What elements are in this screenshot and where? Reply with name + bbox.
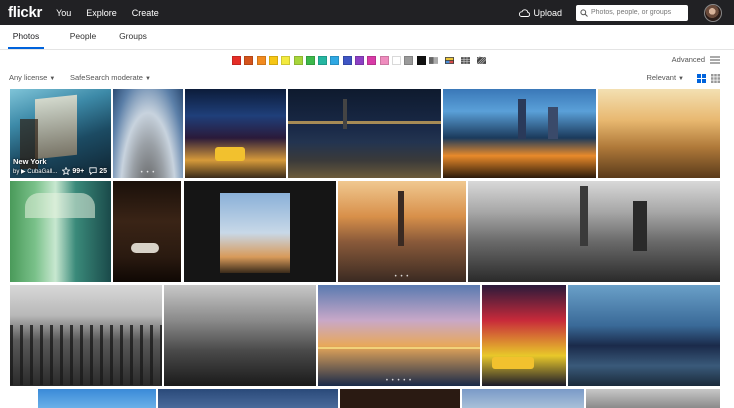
photo-tile[interactable]: [462, 389, 584, 408]
user-avatar[interactable]: [704, 3, 722, 22]
grid-view-icon[interactable]: [697, 74, 706, 83]
photo-tile[interactable]: [38, 389, 156, 408]
photo-tile[interactable]: [10, 181, 111, 282]
photo-tile[interactable]: [288, 89, 441, 178]
photo-tile[interactable]: [598, 89, 720, 178]
tab-people[interactable]: People: [68, 24, 98, 49]
flickr-logo[interactable]: flickr: [8, 4, 42, 21]
sort-dropdown[interactable]: Relevant ▼: [646, 73, 684, 82]
photo-tile[interactable]: [586, 389, 720, 408]
color-swatch[interactable]: [391, 56, 401, 65]
color-swatch[interactable]: [293, 56, 303, 65]
photo-tile[interactable]: [185, 89, 286, 178]
shallow-dof-filter-icon[interactable]: [445, 56, 454, 65]
photo-tile[interactable]: [164, 285, 316, 386]
fave-count: 99+: [72, 167, 85, 175]
search-input[interactable]: [591, 9, 687, 16]
sort-label: Relevant: [646, 73, 677, 82]
photo-tile[interactable]: • • •: [113, 89, 183, 178]
photo-tile[interactable]: • • • • •: [318, 285, 480, 386]
nav-explore[interactable]: Explore: [86, 8, 117, 18]
nav-you[interactable]: You: [56, 8, 71, 18]
color-swatch[interactable]: [355, 56, 364, 65]
carousel-dots: • • •: [394, 274, 410, 280]
photo-tile[interactable]: [184, 181, 336, 282]
upload-label: Upload: [533, 7, 562, 18]
carousel-dots: • • • • •: [385, 378, 413, 384]
photo-tile[interactable]: [10, 285, 162, 386]
photo-stats: 99+ 25: [62, 167, 107, 175]
upload-cloud-icon: [519, 8, 531, 17]
safesearch-dropdown[interactable]: SafeSearch moderate ▼: [70, 73, 151, 82]
photo-tile[interactable]: [468, 181, 720, 282]
advanced-toggle[interactable]: Advanced: [672, 55, 720, 64]
photo-tile[interactable]: • • •: [338, 181, 466, 282]
caret-down-icon: ▼: [49, 76, 56, 82]
color-swatch[interactable]: [318, 56, 328, 65]
top-navbar: flickr You Explore Create Upload: [0, 0, 734, 25]
bw-filter-icon[interactable]: [429, 56, 438, 65]
color-swatch[interactable]: [342, 56, 352, 65]
search-box[interactable]: [576, 4, 688, 21]
color-swatch[interactable]: [256, 56, 266, 65]
star-icon[interactable]: [62, 167, 71, 175]
pattern-filter-icon[interactable]: [477, 56, 486, 65]
photo-tile[interactable]: [443, 89, 596, 178]
advanced-label: Advanced: [671, 55, 705, 64]
photo-tile[interactable]: [158, 389, 338, 408]
license-dropdown[interactable]: Any license ▼: [9, 73, 55, 82]
color-swatch[interactable]: [379, 56, 389, 65]
color-swatch[interactable]: [330, 56, 340, 65]
search-icon: [580, 8, 588, 17]
color-swatch[interactable]: [281, 56, 291, 65]
search-tabs: Photos People Groups: [0, 25, 734, 50]
upload-button[interactable]: Upload: [519, 8, 562, 18]
photo-tile[interactable]: [568, 285, 720, 386]
color-swatch[interactable]: [244, 56, 254, 65]
license-label: Any license: [9, 73, 48, 82]
color-filter-row: Advanced: [0, 50, 734, 69]
nav-create[interactable]: Create: [132, 8, 159, 18]
color-swatch[interactable]: [404, 56, 414, 65]
tab-groups[interactable]: Groups: [118, 24, 148, 49]
color-swatch[interactable]: [232, 56, 241, 65]
photo-tile[interactable]: [482, 285, 566, 386]
filter-row: Any license ▼ SafeSearch moderate ▼ Releva…: [0, 69, 734, 87]
photo-owner[interactable]: by ▶ CubaGall...: [13, 168, 57, 175]
comment-count: 25: [99, 167, 107, 175]
color-swatch[interactable]: [367, 56, 377, 65]
photo-tile[interactable]: New York by ▶ CubaGall... 99+ 25: [10, 89, 111, 178]
color-swatch[interactable]: [268, 56, 278, 65]
justified-view-icon[interactable]: [711, 74, 720, 83]
menu-lines-icon: [710, 56, 720, 63]
color-swatch[interactable]: [416, 56, 426, 65]
carousel-dots: • • •: [140, 170, 156, 176]
photo-tile[interactable]: [340, 389, 460, 408]
tab-photos[interactable]: Photos: [8, 24, 44, 49]
color-swatch[interactable]: [305, 56, 315, 65]
minimalist-filter-icon[interactable]: [461, 56, 470, 65]
comment-icon[interactable]: [89, 167, 97, 175]
caret-down-icon: ▼: [678, 76, 684, 82]
caret-down-icon: ▼: [144, 76, 151, 82]
photo-title[interactable]: New York: [13, 157, 47, 166]
photo-tile[interactable]: [113, 181, 181, 282]
safesearch-label: SafeSearch moderate: [70, 73, 143, 82]
